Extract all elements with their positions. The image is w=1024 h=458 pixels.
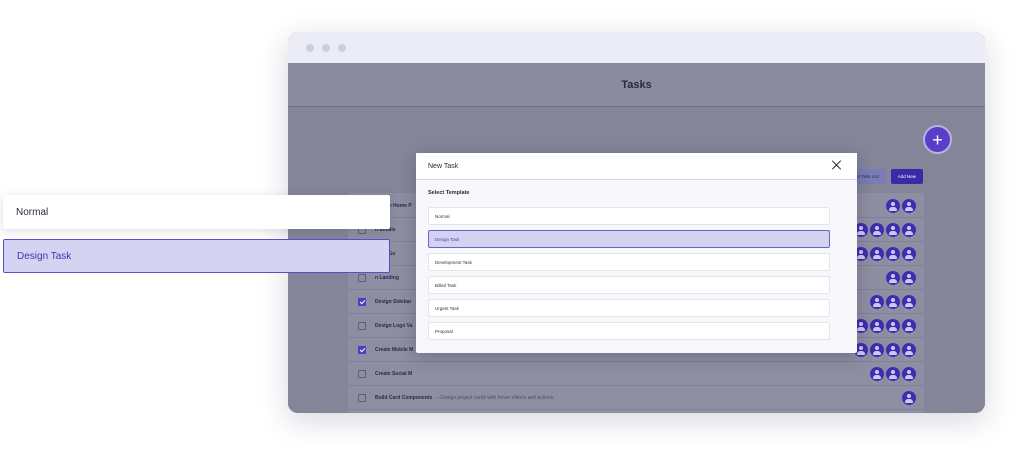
avatar-icon[interactable] [886, 294, 900, 309]
task-checkbox[interactable] [358, 321, 366, 330]
avatar-icon[interactable] [886, 222, 900, 237]
template-option[interactable]: Proposal [428, 322, 830, 340]
template-option[interactable]: Billed Task [428, 276, 830, 294]
task-checkbox[interactable] [358, 393, 366, 402]
modal-header: New Task [416, 153, 857, 180]
avatar-icon[interactable] [886, 270, 900, 285]
task-assignees [854, 342, 916, 357]
add-new-button[interactable]: Add New [890, 169, 923, 184]
add-fab-button[interactable]: + [923, 125, 952, 154]
task-assignees [886, 270, 916, 285]
select-template-label: Select Template [428, 190, 470, 196]
task-title: Design Sidebar [375, 298, 412, 305]
window-dot-close[interactable] [306, 43, 314, 52]
avatar-icon[interactable] [902, 390, 916, 405]
task-checkbox[interactable] [358, 273, 366, 282]
template-option[interactable]: Design Task [428, 230, 830, 248]
window-titlebar [288, 32, 985, 63]
avatar-icon[interactable] [902, 270, 916, 285]
avatar-icon[interactable] [902, 318, 916, 333]
avatar-icon[interactable] [902, 342, 916, 357]
avatar-icon[interactable] [870, 366, 884, 381]
stage: Tasks + Add Task List Add New Design Hom… [0, 0, 1024, 458]
window-dot-minimize[interactable] [322, 43, 330, 52]
avatar-icon[interactable] [870, 246, 884, 261]
avatar-icon[interactable] [886, 246, 900, 261]
app-header: Tasks [288, 63, 985, 107]
task-description: – Design project cards with hover effect… [436, 394, 555, 401]
task-assignees [902, 390, 916, 405]
avatar-icon[interactable] [902, 222, 916, 237]
avatar-icon[interactable] [902, 198, 916, 213]
task-row[interactable]: Build Card Components – Design project ca… [348, 386, 924, 410]
task-title: n Landing [375, 274, 399, 281]
task-assignees [870, 294, 916, 309]
task-assignees [854, 246, 916, 261]
avatar-icon[interactable] [902, 246, 916, 261]
avatar-icon[interactable] [886, 318, 900, 333]
task-checkbox[interactable] [358, 297, 366, 306]
task-checkbox[interactable] [358, 345, 366, 354]
template-option[interactable]: Development Task [428, 253, 830, 271]
template-option[interactable]: Urgent Task [428, 299, 830, 317]
task-assignees [886, 198, 916, 213]
new-task-modal: New Task Select Template Normal Design Ta… [416, 153, 857, 353]
avatar-icon[interactable] [902, 294, 916, 309]
callout-design-task[interactable]: Design Task [3, 239, 390, 273]
template-option[interactable]: Normal [428, 207, 830, 225]
task-title: Build Card Components [375, 394, 433, 401]
avatar-icon[interactable] [886, 342, 900, 357]
page-title: Tasks [621, 78, 652, 91]
window-dot-maximize[interactable] [338, 43, 346, 52]
avatar-icon[interactable] [870, 342, 884, 357]
task-title: Design Logo Va [375, 322, 413, 329]
callout-normal[interactable]: Normal [3, 195, 390, 229]
task-row[interactable]: Create Social M [348, 362, 924, 386]
task-row[interactable]: Create Icon Set– Design 30 custom icons … [348, 410, 924, 413]
avatar-icon[interactable] [870, 222, 884, 237]
avatar-icon[interactable] [902, 366, 916, 381]
task-checkbox[interactable] [358, 369, 366, 378]
task-assignees [870, 366, 916, 381]
task-assignees [854, 318, 916, 333]
task-title: Create Social M [375, 370, 413, 377]
task-assignees [854, 222, 916, 237]
avatar-icon[interactable] [870, 294, 884, 309]
task-title: Create Mobile M [375, 346, 414, 353]
avatar-icon[interactable] [870, 318, 884, 333]
avatar-icon[interactable] [886, 198, 900, 213]
modal-title: New Task [428, 162, 459, 170]
close-icon[interactable] [831, 159, 843, 171]
avatar-icon[interactable] [886, 366, 900, 381]
